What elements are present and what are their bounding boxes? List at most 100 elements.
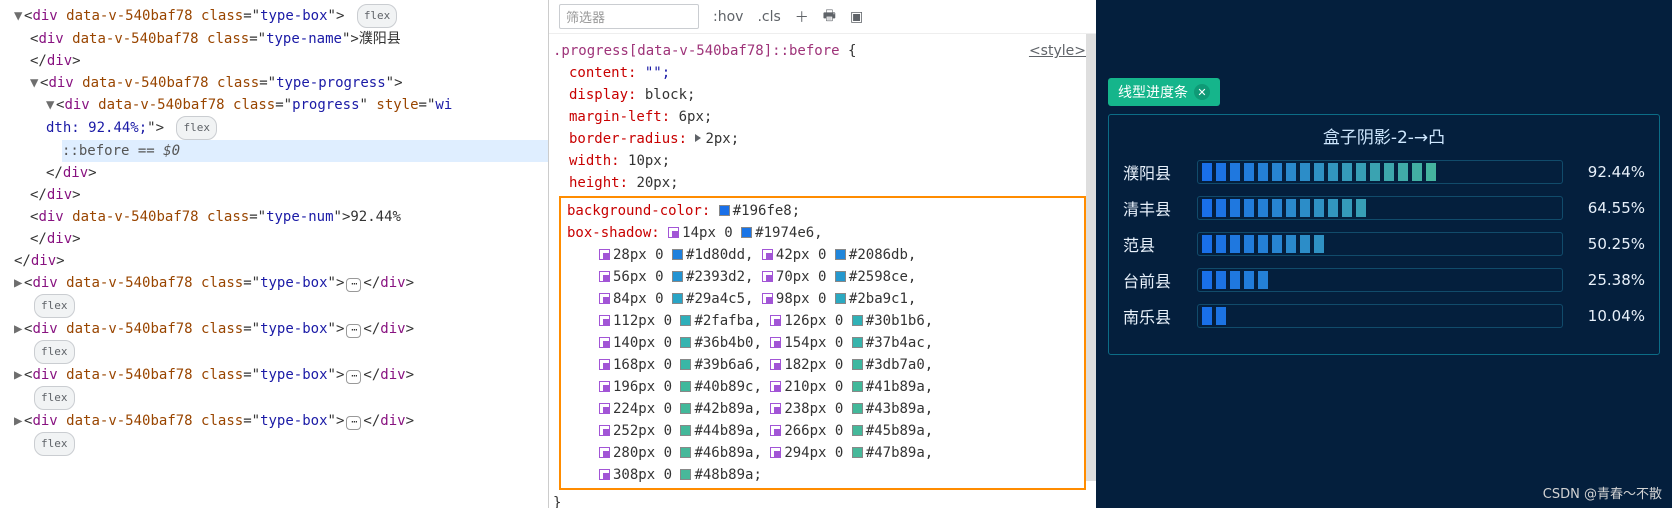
selected-pseudo[interactable]: ::before == $0: [62, 140, 548, 162]
shadow-offset-swatch[interactable]: [599, 293, 610, 304]
row-name: 濮阳县: [1123, 160, 1185, 184]
type-num-text: 92.44%: [350, 209, 401, 225]
row-name: 台前县: [1123, 268, 1185, 292]
shadow-offset-swatch[interactable]: [599, 469, 610, 480]
close-icon[interactable]: ✕: [1194, 84, 1210, 100]
progress-row: 南乐县10.04%: [1123, 304, 1645, 328]
color-swatch[interactable]: [680, 469, 691, 480]
color-swatch[interactable]: [852, 403, 863, 414]
color-swatch[interactable]: [835, 293, 846, 304]
card-title: 盒子阴影-2-→凸: [1123, 123, 1645, 148]
panel-icon[interactable]: ▣: [850, 9, 863, 25]
expand-icon[interactable]: [695, 134, 701, 142]
color-swatch[interactable]: [672, 249, 683, 260]
css-rules[interactable]: <style> .progress[data-v-540baf78]::befo…: [549, 34, 1096, 508]
progress-bar: [1202, 271, 1272, 289]
shadow-offset-swatch[interactable]: [599, 315, 610, 326]
scrollbar[interactable]: [1086, 34, 1096, 508]
watermark: CSDN @青春～不散: [1543, 483, 1662, 502]
shadow-offset-swatch[interactable]: [599, 249, 610, 260]
color-swatch[interactable]: [680, 425, 691, 436]
color-swatch[interactable]: [852, 337, 863, 348]
hov-button[interactable]: :hov: [713, 9, 743, 25]
toggle-icon[interactable]: ▼: [46, 94, 56, 116]
page-preview: 线型进度条 ✕ 盒子阴影-2-→凸 濮阳县 92.44% 清丰县 64.55% 范县50…: [1096, 0, 1672, 508]
progress-track: [1197, 304, 1563, 328]
shadow-offset-swatch[interactable]: [762, 271, 773, 282]
shadow-offset-swatch[interactable]: [599, 425, 610, 436]
color-swatch[interactable]: [835, 249, 846, 260]
color-swatch[interactable]: [672, 271, 683, 282]
shadow-offset-swatch[interactable]: [770, 337, 781, 348]
shadow-offset-swatch[interactable]: [770, 359, 781, 370]
style-source-link[interactable]: <style>: [1029, 40, 1086, 62]
preview-pill[interactable]: 线型进度条 ✕: [1108, 78, 1220, 106]
row-pct: 25.38%: [1575, 271, 1645, 289]
color-swatch[interactable]: [852, 425, 863, 436]
toggle-icon[interactable]: ▼: [14, 5, 24, 27]
progress-bar: [1202, 199, 1370, 217]
color-swatch[interactable]: [741, 227, 752, 238]
flex-badge[interactable]: flex: [34, 340, 75, 364]
flex-badge[interactable]: flex: [34, 294, 75, 318]
color-swatch[interactable]: [680, 359, 691, 370]
shadow-offset-swatch[interactable]: [599, 337, 610, 348]
shadow-offset-swatch[interactable]: [599, 359, 610, 370]
styles-toolbar: 筛选器 :hov .cls ＋ 🖶 ▣: [549, 0, 1096, 34]
flex-badge[interactable]: flex: [357, 4, 398, 28]
filter-input[interactable]: 筛选器: [559, 4, 699, 29]
print-icon[interactable]: 🖶: [823, 5, 836, 29]
row-name: 清丰县: [1123, 196, 1185, 220]
shadow-offset-swatch[interactable]: [599, 447, 610, 458]
color-swatch[interactable]: [680, 381, 691, 392]
shadow-offset-swatch[interactable]: [599, 381, 610, 392]
cls-button[interactable]: .cls: [757, 9, 780, 25]
color-swatch[interactable]: [680, 403, 691, 414]
flex-badge[interactable]: flex: [34, 432, 75, 456]
progress-track: [1197, 268, 1563, 292]
collapsed-node[interactable]: ▶<div data-v-540baf78 class="type-box">⋯…: [14, 364, 548, 386]
styles-panel: 筛选器 :hov .cls ＋ 🖶 ▣ <style> .progress[da…: [548, 0, 1096, 508]
shadow-offset-swatch[interactable]: [762, 293, 773, 304]
highlighted-css-box: background-color: #196fe8; box-shadow: 1…: [559, 196, 1086, 490]
shadow-offset-swatch[interactable]: [599, 271, 610, 282]
row-pct: 92.44%: [1575, 163, 1645, 181]
row-pct: 64.55%: [1575, 199, 1645, 217]
collapsed-node[interactable]: ▶<div data-v-540baf78 class="type-box">⋯…: [14, 410, 548, 432]
color-swatch[interactable]: [672, 293, 683, 304]
progress-row: 台前县 25.38%: [1123, 268, 1645, 292]
shadow-offset-swatch[interactable]: [668, 227, 679, 238]
progress-track: [1197, 232, 1563, 256]
progress-row: 范县50.25%: [1123, 232, 1645, 256]
color-swatch[interactable]: [835, 271, 846, 282]
color-swatch[interactable]: [680, 315, 691, 326]
toggle-icon[interactable]: ▼: [30, 72, 40, 94]
row-pct: 10.04%: [1575, 307, 1645, 325]
color-swatch[interactable]: [852, 381, 863, 392]
shadow-offset-swatch[interactable]: [770, 447, 781, 458]
flex-badge[interactable]: flex: [176, 116, 217, 140]
elements-dom-tree[interactable]: ▼<div data-v-540baf78 class="type-box"> …: [0, 0, 548, 508]
color-swatch[interactable]: [719, 205, 730, 216]
shadow-offset-swatch[interactable]: [770, 403, 781, 414]
flex-badge[interactable]: flex: [34, 386, 75, 410]
progress-row: 濮阳县 92.44%: [1123, 160, 1645, 184]
color-swatch[interactable]: [680, 447, 691, 458]
row-name: 范县: [1123, 232, 1185, 256]
color-swatch[interactable]: [852, 315, 863, 326]
shadow-offset-swatch[interactable]: [770, 381, 781, 392]
color-swatch[interactable]: [852, 359, 863, 370]
color-swatch[interactable]: [852, 447, 863, 458]
color-swatch[interactable]: [680, 337, 691, 348]
shadow-offset-swatch[interactable]: [599, 403, 610, 414]
type-name-text: 濮阳县: [359, 31, 401, 47]
collapsed-node[interactable]: ▶<div data-v-540baf78 class="type-box">⋯…: [14, 272, 548, 294]
shadow-offset-swatch[interactable]: [770, 425, 781, 436]
shadow-offset-swatch[interactable]: [762, 249, 773, 260]
plus-icon[interactable]: ＋: [795, 7, 809, 27]
progress-track: [1197, 196, 1563, 220]
collapsed-node[interactable]: ▶<div data-v-540baf78 class="type-box">⋯…: [14, 318, 548, 340]
shadow-offset-swatch[interactable]: [770, 315, 781, 326]
progress-row: 清丰县 64.55%: [1123, 196, 1645, 220]
progress-card: 盒子阴影-2-→凸 濮阳县 92.44% 清丰县 64.55% 范县50.25% 台前县 2…: [1108, 114, 1660, 355]
